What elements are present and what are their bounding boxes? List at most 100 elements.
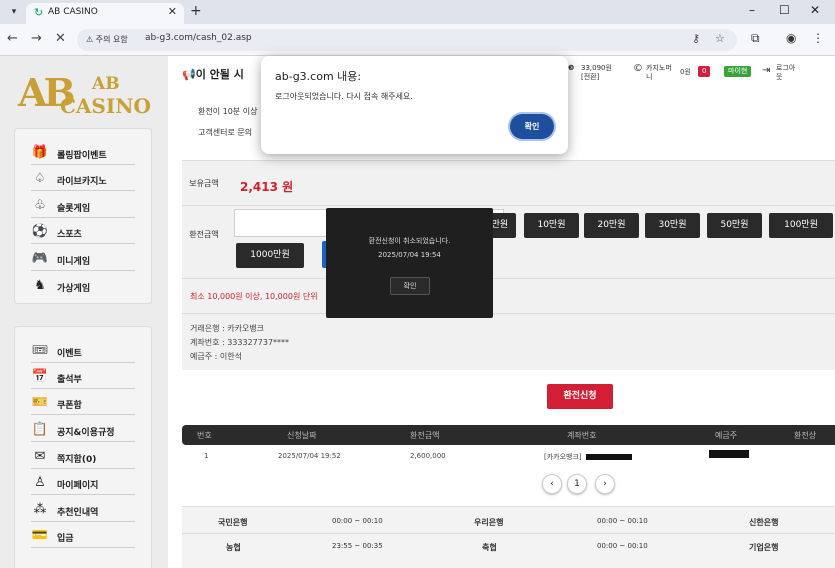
balance-value: 2,413 원 (240, 180, 294, 194)
sidebar-item-label: 쪽지함(0) (57, 455, 97, 465)
logout-icon[interactable]: ⇥ (762, 66, 770, 76)
bank-name-cell: 신한은행 (749, 518, 779, 527)
sidebar: AB AB CASINO 🎁 롤링팝이벤트 ♤ 라이브카지노 ♧ 슬롯게임 ⚽ … (0, 56, 168, 568)
alert-title: ab-g3.com 내용: (275, 70, 362, 83)
bank-name-cell: 농협 (226, 543, 241, 552)
sidebar-item-mypage[interactable]: ♙ 마이페이지 (31, 473, 135, 495)
profile-icon[interactable]: ◉ (786, 31, 796, 45)
password-key-icon[interactable]: ⚷ (692, 32, 700, 45)
sidebar-item-notice[interactable]: 📋 공지&이용규정 (31, 420, 135, 442)
tab-search-icon[interactable]: ▾ (6, 4, 22, 20)
col-account: 계좌번호 (567, 431, 597, 440)
mail-icon: ✉ (34, 449, 46, 464)
maximize-icon[interactable]: ☐ (779, 3, 790, 17)
divider (182, 205, 835, 206)
minimum-amount-note: 최소 10,000원 이상, 10,000원 단위 (190, 292, 318, 301)
sidebar-item-slot[interactable]: ♧ 슬롯게임 (31, 196, 135, 218)
bank-time-cell: 00:00 ~ 00:10 (597, 517, 648, 525)
sidebar-item-deposit[interactable]: 💳 입금 (31, 526, 135, 548)
extensions-icon[interactable]: ⧉ (751, 31, 760, 46)
bank-name-cell: 축협 (482, 543, 497, 552)
row-date: 2025/07/04 19:52 (278, 452, 341, 460)
new-tab-button[interactable]: + (190, 3, 202, 19)
amount-button-300k[interactable]: 30만원 (645, 213, 700, 238)
sidebar-item-messages[interactable]: ✉ 쪽지함(0) (31, 447, 135, 469)
sidebar-item-virtual[interactable]: ♞ 가상게임 (31, 276, 135, 298)
balance-label: 보유금액 (189, 179, 219, 188)
forward-icon[interactable]: → (31, 31, 42, 46)
mypage-badge[interactable]: 마이현 (724, 66, 752, 77)
sidebar-item-label: 미니게임 (57, 257, 91, 267)
sidebar-item-minigame[interactable]: 🎮 미니게임 (31, 249, 135, 271)
logo-line1: AB (92, 74, 120, 94)
sidebar-item-referral[interactable]: ⁂ 추천인내역 (31, 500, 135, 522)
bank-name-cell: 기업은행 (749, 543, 779, 552)
sidebar-item-label: 이벤트 (57, 349, 82, 359)
security-warning-chip[interactable]: ⚠ 주의 요함 (83, 33, 131, 47)
sidebar-item-live-casino[interactable]: ♤ 라이브카지노 (31, 169, 135, 191)
sidebar-item-sports[interactable]: ⚽ 스포츠 (31, 222, 135, 244)
table-row: 1 2025/07/04 19:52 2,600,000 [카카오뱅크] (182, 448, 835, 464)
pagination-page[interactable]: 1 (567, 474, 587, 494)
url-text[interactable]: ab-g3.com/cash_02.asp (145, 33, 252, 43)
sidebar-item-label: 마이페이지 (57, 481, 99, 491)
bookmark-star-icon[interactable]: ☆ (715, 32, 725, 45)
stop-icon[interactable]: ✕ (55, 31, 66, 46)
notice-icon: 📋 (31, 422, 49, 437)
alert-ok-button[interactable]: 확인 (510, 114, 554, 139)
amount-button-100k[interactable]: 10만원 (524, 213, 579, 238)
browser-tab[interactable]: ↻ AB CASINO ✕ (26, 3, 184, 24)
sidebar-item-label: 라이브카지노 (57, 177, 107, 187)
minimize-icon[interactable]: – (749, 3, 755, 17)
horse-icon: ♞ (34, 278, 46, 293)
col-holder: 예금주 (715, 431, 738, 440)
sidebar-item-label: 추천인내역 (57, 508, 99, 518)
withdraw-submit-button[interactable]: 환전신청 (547, 384, 613, 409)
logo-line2: CASINO (60, 94, 151, 118)
message-count-badge[interactable]: 0 (698, 66, 711, 77)
tab-close-icon[interactable]: ✕ (168, 5, 177, 18)
points-display[interactable]: 33,090원 [전환] (581, 64, 612, 82)
account-holder: 예금주 : 이한석 (190, 352, 242, 361)
sidebar-item-attendance[interactable]: 📅 출석부 (31, 367, 135, 389)
marquee-text: 이 안될 시 (195, 68, 244, 81)
sidebar-item-event[interactable]: 🎟 이벤트 (31, 341, 135, 363)
more-menu-icon[interactable]: ⋮ (812, 31, 824, 45)
amount-button-1m[interactable]: 100만원 (769, 213, 833, 238)
divider (182, 278, 835, 279)
bank-time-cell: 00:00 ~ 00:10 (597, 542, 648, 550)
alert-dialog: ab-g3.com 내용: 로그아웃되었습니다. 다시 접속 해주세요. 확인 (261, 56, 568, 154)
pagination-next[interactable]: › (595, 474, 615, 494)
bank-time-cell: 00:00 ~ 00:10 (332, 517, 383, 525)
event-icon: 🎟 (31, 343, 49, 358)
casino-logo[interactable]: AB AB CASINO (14, 66, 154, 122)
close-window-icon[interactable]: ✕ (810, 3, 820, 17)
logout-link[interactable]: 로그아웃 (776, 64, 800, 82)
withdraw-form: 보유금액 2,413 원 환전금액 1만원 10만원 20만원 30만원 50만… (182, 160, 835, 370)
back-icon[interactable]: ← (7, 31, 18, 46)
points-convert-link[interactable]: [전환] (581, 73, 599, 81)
casino-money-value: 0원 (680, 68, 691, 76)
toast-ok-button[interactable]: 확인 (390, 277, 430, 295)
coupon-icon: 🎫 (31, 395, 49, 410)
referral-icon: ⁂ (33, 502, 47, 517)
amount-button-500k[interactable]: 50만원 (707, 213, 762, 238)
omnibox[interactable]: ⚠ 주의 요함 ab-g3.com/cash_02.asp ⚷ ☆ (77, 29, 737, 51)
sidebar-item-label: 입금 (57, 534, 74, 544)
account-menu: 🎟 이벤트 📅 출석부 🎫 쿠폰함 📋 공지&이용규정 ✉ 쪽지함(0) ♙ 마… (14, 326, 152, 568)
amount-button-10m[interactable]: 1000만원 (236, 243, 304, 268)
points-icon: ❸ (568, 64, 575, 72)
sidebar-item-coupon[interactable]: 🎫 쿠폰함 (31, 393, 135, 415)
soccer-ball-icon: ⚽ (31, 224, 49, 239)
pagination-prev[interactable]: ‹ (542, 474, 562, 494)
sidebar-item-label: 공지&이용규정 (57, 428, 115, 438)
sidebar-item-label: 롤링팝이벤트 (57, 151, 107, 161)
browser-tabstrip: ▾ ↻ AB CASINO ✕ + – ☐ ✕ (0, 0, 835, 24)
sidebar-item-rolling-event[interactable]: 🎁 롤링팝이벤트 (31, 143, 135, 165)
casino-money-icon: © (633, 63, 643, 74)
sidebar-item-label: 슬롯게임 (57, 204, 91, 214)
points-value: 33,090원 (581, 64, 612, 72)
amount-button-200k[interactable]: 20만원 (584, 213, 639, 238)
warning-icon: ⚠ (86, 35, 96, 44)
row-amount: 2,600,000 (410, 452, 446, 460)
